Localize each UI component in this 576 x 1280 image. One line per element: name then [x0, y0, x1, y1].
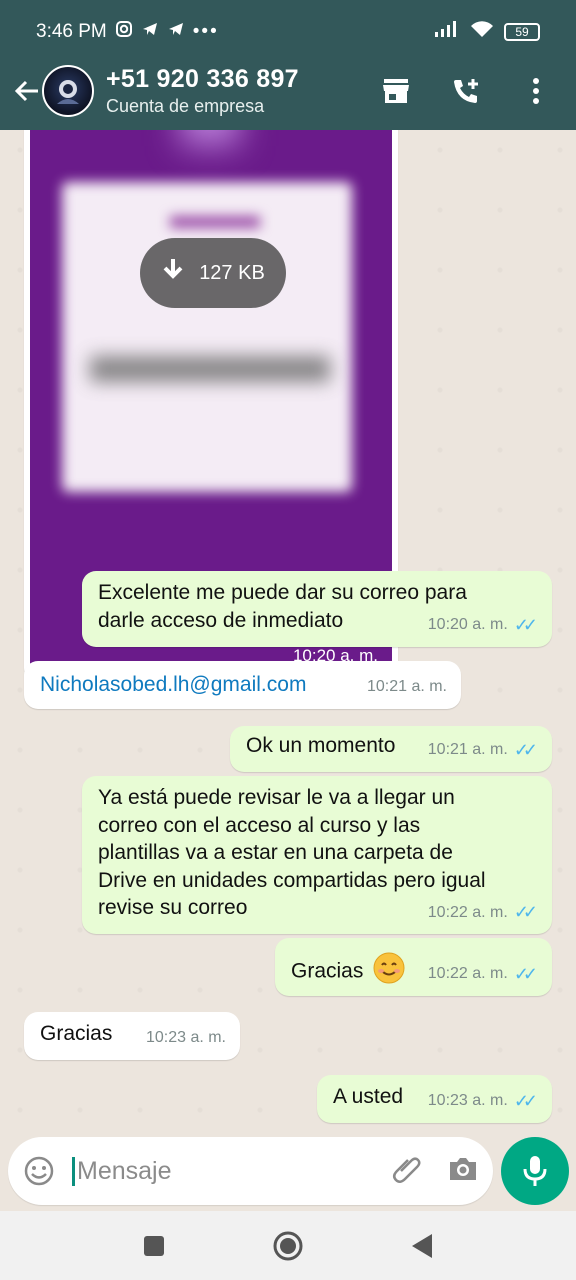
message-time: 10:23 a. m.: [427, 1092, 508, 1109]
wifi-icon: [470, 20, 494, 44]
telegram-icon: [141, 20, 159, 44]
read-receipt-icon: ✓✓: [513, 1091, 538, 1111]
add-call-icon[interactable]: [448, 73, 484, 109]
top-bar: 3:46 PM ••• 59 +51 920 336 897 Cuenta de…: [0, 0, 576, 130]
telegram-icon: [167, 20, 185, 44]
read-receipt-icon: ✓✓: [513, 964, 538, 984]
message-text: A usted: [333, 1085, 404, 1108]
outgoing-message[interactable]: A usted 10:23 a. m. ✓✓: [317, 1075, 552, 1123]
chat-header: +51 920 336 897 Cuenta de empresa: [0, 56, 576, 126]
smiling-face-emoji-icon: [373, 952, 405, 992]
outgoing-message[interactable]: Ya está puede revisar le va a llegar un …: [82, 776, 552, 934]
message-composer: [8, 1137, 493, 1205]
message-meta: 10:23 a. m. ✓✓: [428, 1087, 538, 1115]
home-button[interactable]: [271, 1229, 305, 1263]
read-receipt-icon: ✓✓: [513, 615, 538, 635]
message-time: 10:21 a. m.: [427, 741, 508, 758]
message-time: 10:20 a. m.: [427, 616, 508, 633]
contact-name: +51 920 336 897: [106, 65, 299, 93]
message-text: Excelente me puede dar su correo para: [98, 581, 467, 604]
store-icon[interactable]: [378, 73, 414, 109]
back-button[interactable]: [405, 1229, 439, 1263]
message-time: 10:22 a. m.: [427, 965, 508, 982]
message-meta: 10:20 a. m. ✓✓: [428, 611, 538, 639]
image-size: 127 KB: [199, 261, 265, 284]
signal-icon: [434, 20, 460, 44]
status-time: 3:46 PM: [36, 21, 107, 42]
read-receipt-icon: ✓✓: [513, 901, 538, 922]
message-text: Ok un momento: [246, 734, 396, 757]
more-options-icon[interactable]: [518, 73, 554, 109]
message-line: correo con el acceso al curso y las: [98, 813, 421, 837]
read-receipt-icon: ✓✓: [513, 740, 538, 760]
chat-area[interactable]: 127 KB 10:20 a. m. Excelente me puede da…: [0, 130, 576, 1140]
more-notifications-icon: •••: [192, 21, 219, 42]
message-time: 10:22 a. m.: [427, 903, 508, 921]
system-navigation-bar: [0, 1211, 576, 1280]
contact-subtitle: Cuenta de empresa: [106, 96, 265, 116]
message-text: Gracias: [291, 959, 364, 983]
header-actions: [378, 73, 554, 109]
message-input[interactable]: [72, 1156, 342, 1186]
download-button[interactable]: 127 KB: [140, 238, 286, 308]
email-link[interactable]: Nicholasobed.lh@gmail.com: [40, 673, 306, 696]
message-time: 10:23 a. m.: [145, 1029, 226, 1046]
avatar[interactable]: [42, 65, 94, 117]
message-meta: 10:21 a. m.: [367, 673, 447, 701]
incoming-message[interactable]: Nicholasobed.lh@gmail.com 10:21 a. m.: [24, 661, 461, 709]
message-meta: 10:22 a. m. ✓✓: [428, 899, 538, 927]
message-meta: 10:22 a. m. ✓✓: [428, 960, 538, 988]
message-meta: 10:23 a. m.: [146, 1024, 226, 1052]
system-icons: 59: [434, 20, 540, 44]
notification-icons: •••: [115, 20, 219, 44]
outgoing-message[interactable]: Gracias 10:22 a. m. ✓✓: [275, 938, 552, 996]
outgoing-message[interactable]: Ok un momento 10:21 a. m. ✓✓: [230, 726, 552, 772]
message-time: 10:21 a. m.: [366, 678, 447, 695]
microphone-icon: [523, 1156, 547, 1186]
download-icon: [161, 257, 185, 289]
message-line: Drive en unidades compartidas pero igual: [98, 868, 486, 892]
instagram-icon: [115, 20, 133, 44]
camera-icon[interactable]: [447, 1155, 479, 1188]
message-meta: 10:21 a. m. ✓✓: [428, 736, 538, 764]
emoji-icon[interactable]: [22, 1154, 56, 1188]
avatar-logo-icon: [57, 80, 79, 104]
outgoing-message[interactable]: Excelente me puede dar su correo para da…: [82, 571, 552, 647]
message-line: plantillas va a estar en una carpeta de: [98, 841, 453, 864]
microphone-button[interactable]: [501, 1137, 569, 1205]
status-bar: 3:46 PM ••• 59: [36, 14, 540, 50]
incoming-message[interactable]: Gracias 10:23 a. m.: [24, 1012, 240, 1060]
attach-icon[interactable]: [391, 1153, 423, 1190]
recents-button[interactable]: [137, 1229, 171, 1263]
message-text: Gracias: [40, 1022, 113, 1045]
message-line: Ya está puede revisar le va a llegar un: [98, 786, 455, 809]
battery-icon: 59: [504, 23, 540, 41]
contact-info[interactable]: +51 920 336 897 Cuenta de empresa: [106, 65, 299, 117]
